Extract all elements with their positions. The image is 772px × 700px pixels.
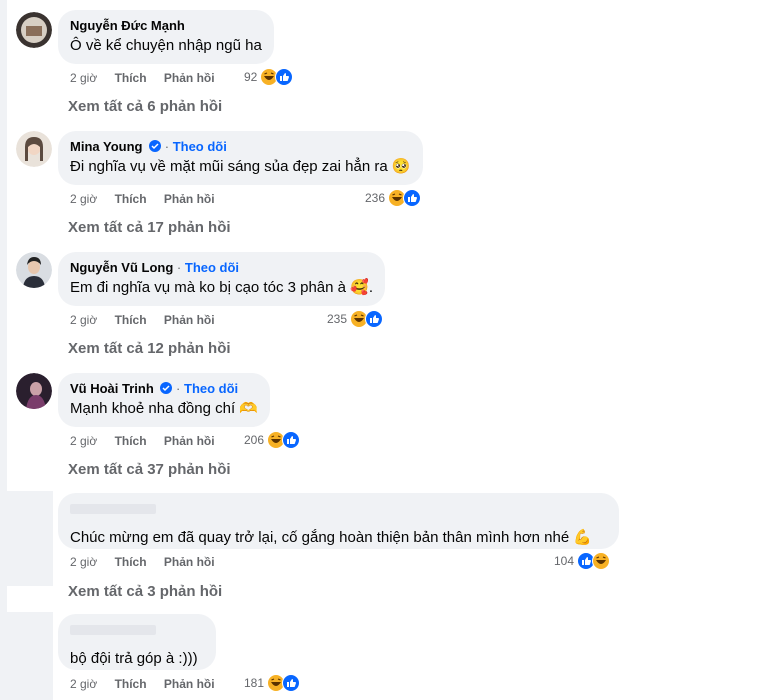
reaction-summary[interactable]: 236 bbox=[365, 189, 422, 207]
like-button[interactable]: Thích bbox=[115, 434, 147, 448]
reply-button[interactable]: Phản hồi bbox=[164, 555, 215, 569]
thread-rail bbox=[0, 0, 7, 700]
reaction-count: 92 bbox=[244, 70, 258, 84]
haha-icon bbox=[592, 552, 611, 570]
comment-time[interactable]: 2 giờ bbox=[70, 192, 97, 206]
comment-bubble: Chúc mừng em đã quay trở lại, cố gắng ho… bbox=[58, 493, 619, 549]
reaction-count: 235 bbox=[327, 312, 348, 326]
comment-text: Em đi nghĩa vụ mà ko bị cạo tóc 3 phân à… bbox=[70, 279, 374, 296]
like-button[interactable]: Thích bbox=[115, 677, 147, 691]
comment-author[interactable]: Nguyễn Đức Mạnh bbox=[70, 18, 185, 33]
follow-button[interactable]: Theo dõi bbox=[185, 260, 239, 275]
comment-bubble: bộ đội trả góp à :))) bbox=[58, 614, 216, 670]
comment-text: Đi nghĩa vụ về mặt mũi sáng sủa đẹp zai … bbox=[70, 158, 411, 175]
comment-bubble: Mina Young · Theo dõi Đi nghĩa vụ về mặt… bbox=[58, 131, 423, 185]
reaction-summary[interactable]: 92 bbox=[244, 68, 294, 86]
comment-bubble: Nguyễn Vũ Long · Theo dõi Em đi nghĩa vụ… bbox=[58, 252, 386, 306]
reply-button[interactable]: Phản hồi bbox=[164, 192, 215, 206]
flexed-biceps-emoji: 💪 bbox=[573, 529, 593, 546]
reaction-summary[interactable]: 206 bbox=[244, 431, 301, 449]
like-icon bbox=[275, 68, 294, 86]
comment-time[interactable]: 2 giờ bbox=[70, 555, 97, 569]
reaction-summary[interactable]: 235 bbox=[327, 310, 384, 328]
reaction-count: 181 bbox=[244, 676, 265, 690]
like-button[interactable]: Thích bbox=[115, 192, 147, 206]
like-button[interactable]: Thích bbox=[115, 313, 147, 327]
comment-bubble: Nguyễn Đức Mạnh Ô về kể chuyện nhập ngũ … bbox=[58, 10, 274, 64]
comment-time[interactable]: 2 giờ bbox=[70, 313, 97, 327]
comment-text: Ô về kể chuyện nhập ngũ ha bbox=[70, 37, 262, 54]
comment-text: bộ đội trả góp à :))) bbox=[70, 650, 198, 667]
smiling-hearts-emoji: 🥰 bbox=[350, 279, 369, 296]
like-button[interactable]: Thích bbox=[115, 71, 147, 85]
redacted-avatar-area bbox=[7, 491, 53, 586]
reaction-summary[interactable]: 181 bbox=[244, 674, 301, 692]
reaction-count: 206 bbox=[244, 433, 265, 447]
verified-badge-icon bbox=[160, 382, 173, 394]
redacted-avatar-area bbox=[7, 612, 53, 700]
like-button[interactable]: Thích bbox=[115, 555, 147, 569]
avatar[interactable] bbox=[16, 252, 52, 288]
reaction-summary[interactable]: 104 bbox=[554, 552, 611, 570]
like-icon bbox=[282, 674, 301, 692]
reply-button[interactable]: Phản hồi bbox=[164, 677, 215, 691]
reply-button[interactable]: Phản hồi bbox=[164, 71, 215, 85]
avatar[interactable] bbox=[16, 373, 52, 409]
like-icon bbox=[282, 431, 301, 449]
redacted-author-name bbox=[70, 504, 156, 514]
comment-author[interactable]: Mina Young bbox=[70, 139, 142, 154]
view-replies-link[interactable]: Xem tất cả 6 phản hồi bbox=[68, 98, 222, 115]
like-icon bbox=[403, 189, 422, 207]
comment-text: Chúc mừng em đã quay trở lại, cố gắng ho… bbox=[70, 529, 593, 546]
separator-dot: · bbox=[164, 139, 170, 154]
like-icon bbox=[365, 310, 384, 328]
comment-time[interactable]: 2 giờ bbox=[70, 677, 97, 691]
verified-badge-icon bbox=[149, 140, 162, 152]
reaction-count: 236 bbox=[365, 191, 386, 205]
comment-author[interactable]: Nguyễn Vũ Long bbox=[70, 260, 173, 275]
view-replies-link[interactable]: Xem tất cả 3 phản hồi bbox=[68, 583, 222, 600]
avatar[interactable] bbox=[16, 131, 52, 167]
view-replies-link[interactable]: Xem tất cả 37 phản hồi bbox=[68, 461, 231, 478]
separator-dot: · bbox=[176, 381, 181, 396]
comment-bubble: Vũ Hoài Trinh · Theo dõi Mạnh khoẻ nha đ… bbox=[58, 373, 270, 427]
separator-dot: · bbox=[176, 260, 182, 275]
comment-text: Mạnh khoẻ nha đồng chí 🫶 bbox=[70, 400, 258, 417]
follow-button[interactable]: Theo dõi bbox=[184, 381, 238, 396]
pleading-face-emoji: 🥺 bbox=[391, 158, 411, 175]
reply-button[interactable]: Phản hồi bbox=[164, 434, 215, 448]
follow-button[interactable]: Theo dõi bbox=[173, 139, 227, 154]
reaction-count: 104 bbox=[554, 554, 575, 568]
reply-button[interactable]: Phản hồi bbox=[164, 313, 215, 327]
view-replies-link[interactable]: Xem tất cả 12 phản hồi bbox=[68, 340, 231, 357]
view-replies-link[interactable]: Xem tất cả 17 phản hồi bbox=[68, 219, 231, 236]
avatar[interactable] bbox=[16, 12, 52, 48]
heart-hands-emoji: 🫶 bbox=[239, 400, 258, 417]
comment-author[interactable]: Vũ Hoài Trinh bbox=[70, 381, 154, 396]
redacted-author-name bbox=[70, 625, 156, 635]
comment-time[interactable]: 2 giờ bbox=[70, 71, 97, 85]
comment-time[interactable]: 2 giờ bbox=[70, 434, 97, 448]
